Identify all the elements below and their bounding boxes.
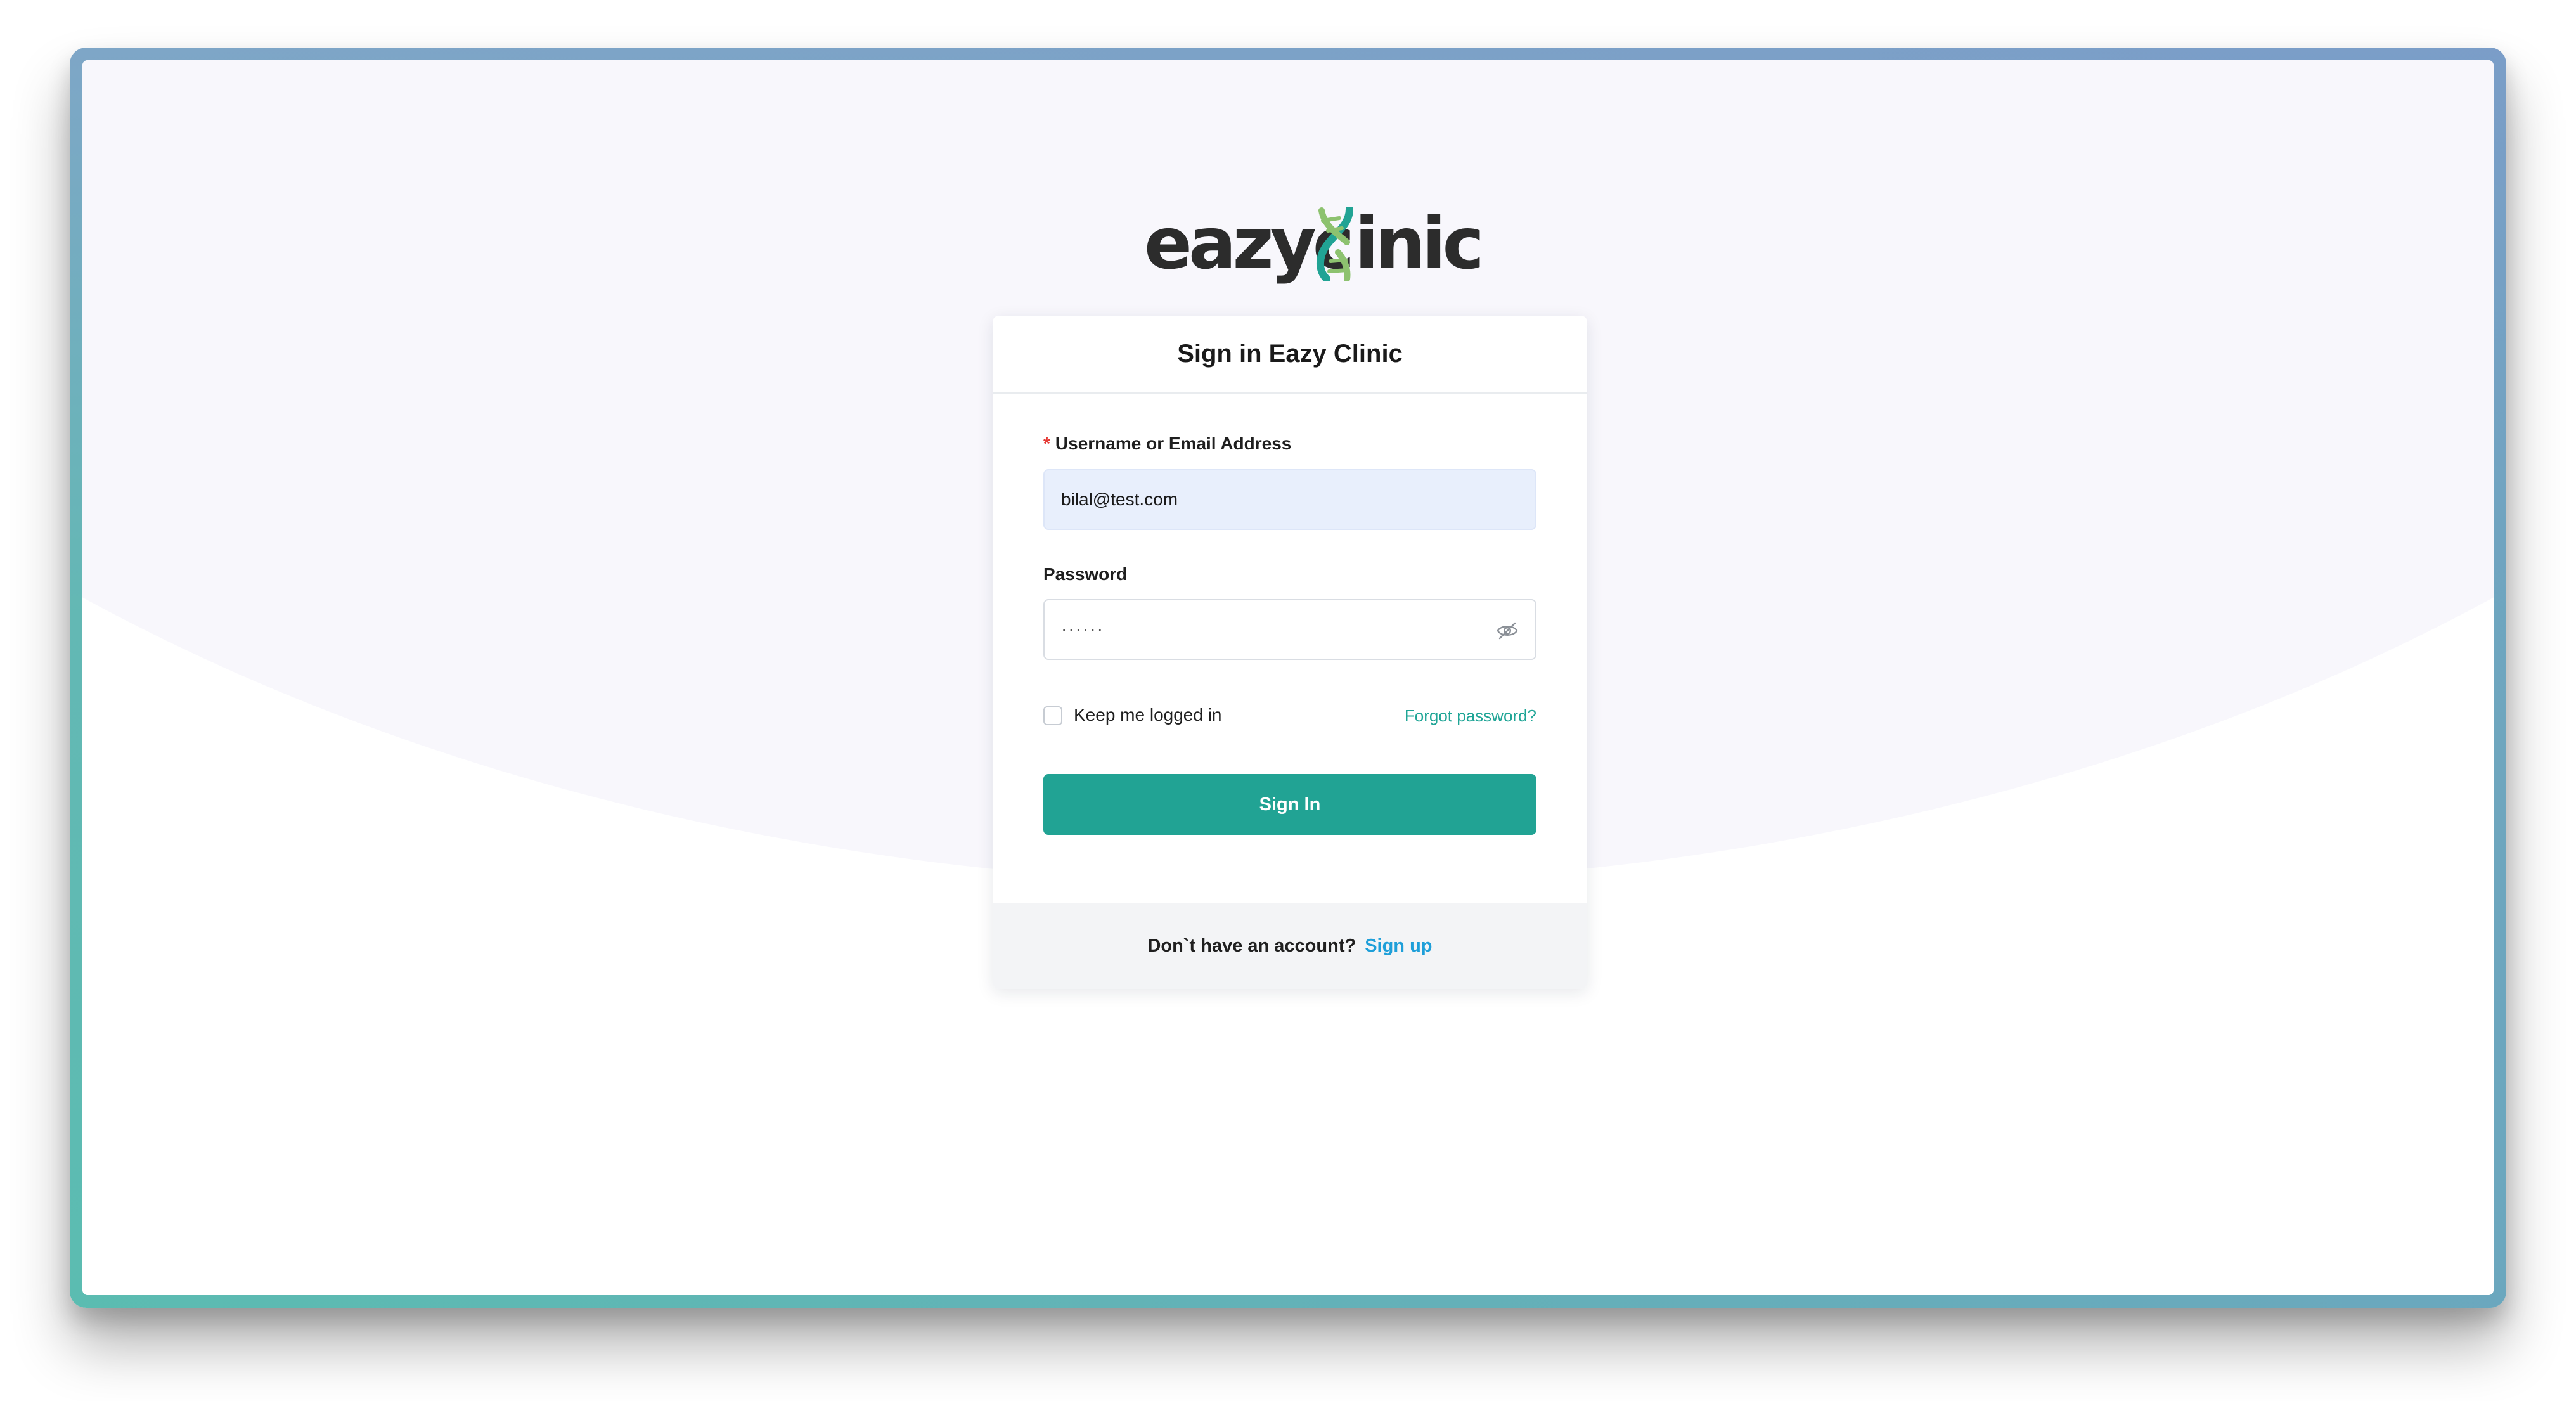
password-input[interactable]: ······: [1043, 599, 1536, 660]
username-label: * Username or Email Address: [1043, 434, 1291, 454]
signin-card: Sign in Eazy Clinic * Username or Email A…: [993, 316, 1587, 989]
card-header: Sign in Eazy Clinic: [993, 316, 1587, 394]
password-input-value: ······: [1061, 619, 1104, 639]
forgot-password-link[interactable]: Forgot password?: [1405, 706, 1536, 726]
app-logo: eazyc inic: [1144, 203, 1484, 285]
username-label-text: Username or Email Address: [1055, 434, 1292, 453]
remember-label[interactable]: Keep me logged in: [1074, 705, 1222, 725]
dna-logo-icon: [1317, 207, 1353, 281]
username-input[interactable]: bilal@test.com: [1043, 469, 1536, 530]
username-input-value: bilal@test.com: [1061, 489, 1178, 509]
page-title: Sign in Eazy Clinic: [1177, 339, 1403, 368]
page-viewport: eazyc inic Sign in Eazy Clinic * Usernam…: [82, 60, 2494, 1295]
signup-link[interactable]: Sign up: [1365, 936, 1432, 957]
required-marker: *: [1043, 434, 1050, 453]
logo-text-right: inic: [1355, 203, 1484, 285]
password-label: Password: [1043, 564, 1128, 584]
remember-row: Keep me logged in Forgot password?: [1043, 704, 1536, 729]
eye-off-icon[interactable]: [1496, 619, 1519, 642]
remember-checkbox[interactable]: [1043, 706, 1062, 725]
screen: eazyc inic Sign in Eazy Clinic * Usernam…: [0, 0, 2576, 1401]
browser-window-frame: eazyc inic Sign in Eazy Clinic * Usernam…: [70, 48, 2506, 1308]
signup-prompt: Don`t have an account?: [1147, 935, 1356, 956]
card-footer: Don`t have an account? Sign up: [993, 903, 1587, 989]
signin-button[interactable]: Sign In: [1043, 774, 1536, 835]
